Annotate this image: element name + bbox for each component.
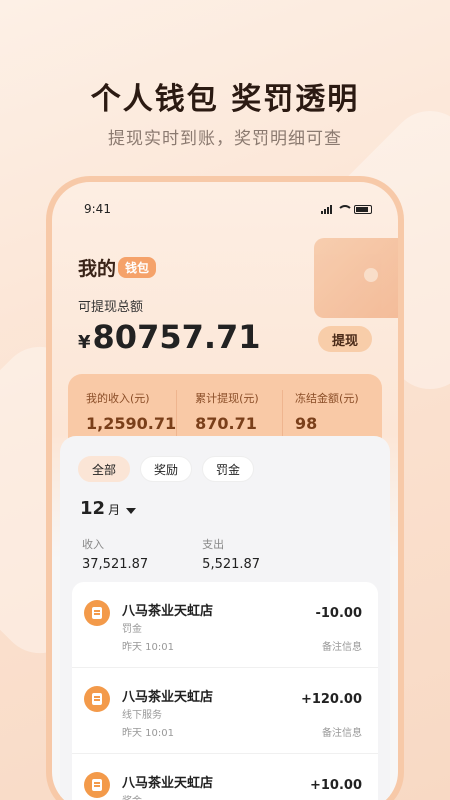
transaction-amount: -10.00 (315, 606, 362, 621)
month-summary: 收入 37,521.87 支出 5,521.87 (82, 536, 260, 572)
stat-value: 98 (295, 414, 318, 433)
receipt-icon (84, 772, 110, 798)
page-title-pill: 钱包 (118, 257, 157, 278)
transaction-type: 线下服务 (122, 710, 162, 721)
transaction-time: 昨天 10:01 (122, 642, 174, 653)
month-unit: 月 (108, 503, 121, 517)
transaction-type: 罚金 (122, 624, 142, 635)
expense-label: 支出 (202, 538, 225, 551)
wallet-illustration (314, 238, 398, 318)
filter-reward[interactable]: 奖励 (140, 456, 193, 482)
filter-tabs: 全部 奖励 罚金 (78, 456, 255, 482)
month-selector[interactable]: 12 月 (80, 498, 137, 519)
balance-label: 可提现总额 (78, 300, 144, 315)
transaction-list: 八马茶业天虹店 罚金 昨天 10:01 -10.00 备注信息 八马茶业天虹店 … (72, 582, 378, 800)
income-summary: 收入 37,521.87 (82, 536, 148, 572)
phone-screen: 9:41 我的 钱包 可提现总额 ¥80757.71 提现 我的收入(元) 1,… (52, 182, 398, 800)
transaction-row[interactable]: 八马茶业天虹店 罚金 昨天 10:01 -10.00 备注信息 (72, 582, 378, 668)
expense-summary: 支出 5,521.87 (202, 536, 260, 572)
stat-label: 冻结金额(元) (295, 392, 359, 405)
month-number: 12 (80, 498, 106, 519)
transaction-type: 奖金 (122, 792, 142, 800)
transaction-time: 昨天 10:01 (122, 728, 174, 739)
currency-symbol: ¥ (78, 332, 91, 353)
income-value: 37,521.87 (82, 557, 149, 572)
status-bar: 9:41 (84, 202, 372, 218)
transaction-note: 备注信息 (322, 642, 362, 653)
receipt-icon (84, 600, 110, 626)
promo-headline: 个人钱包 奖罚透明 (90, 82, 360, 117)
income-label: 收入 (82, 538, 104, 551)
wifi-icon (337, 204, 353, 214)
transaction-row[interactable]: 八马茶业天虹店 线下服务 昨天 10:01 +120.00 备注信息 (72, 668, 378, 754)
details-panel: 全部 奖励 罚金 12 月 收入 37,521.87 支出 5,521.87 八… (60, 436, 390, 800)
page-title: 我的 钱包 (78, 254, 157, 281)
withdraw-button[interactable]: 提现 (318, 326, 372, 352)
transaction-title: 八马茶业天虹店 (122, 690, 214, 705)
stat-label: 累计提现(元) (195, 392, 259, 405)
page-title-text: 我的 (78, 258, 117, 280)
status-icons (321, 204, 372, 214)
phone-frame: 9:41 我的 钱包 可提现总额 ¥80757.71 提现 我的收入(元) 1,… (46, 176, 404, 800)
transaction-row[interactable]: 八马茶业天虹店 奖金 +10.00 (72, 754, 378, 800)
stat-label: 我的收入(元) (86, 392, 150, 405)
caret-down-icon (126, 508, 137, 514)
stat-value: 870.71 (195, 414, 257, 433)
promo-subline: 提现实时到账，奖罚明细可查 (108, 129, 342, 149)
filter-all[interactable]: 全部 (78, 456, 131, 482)
transaction-amount: +10.00 (309, 778, 362, 793)
balance-value: 80757.71 (92, 318, 261, 356)
stat-value: 1,2590.71 (86, 414, 177, 433)
battery-icon (354, 204, 372, 214)
expense-value: 5,521.87 (202, 557, 261, 572)
filter-penalty[interactable]: 罚金 (202, 456, 255, 482)
status-time: 9:41 (84, 202, 111, 216)
signal-icon (321, 204, 332, 214)
transaction-note: 备注信息 (322, 728, 362, 739)
transaction-amount: +120.00 (300, 692, 362, 707)
receipt-icon (84, 686, 110, 712)
transaction-title: 八马茶业天虹店 (122, 776, 214, 791)
transaction-title: 八马茶业天虹店 (122, 604, 214, 619)
balance-amount: ¥80757.71 (78, 318, 261, 356)
